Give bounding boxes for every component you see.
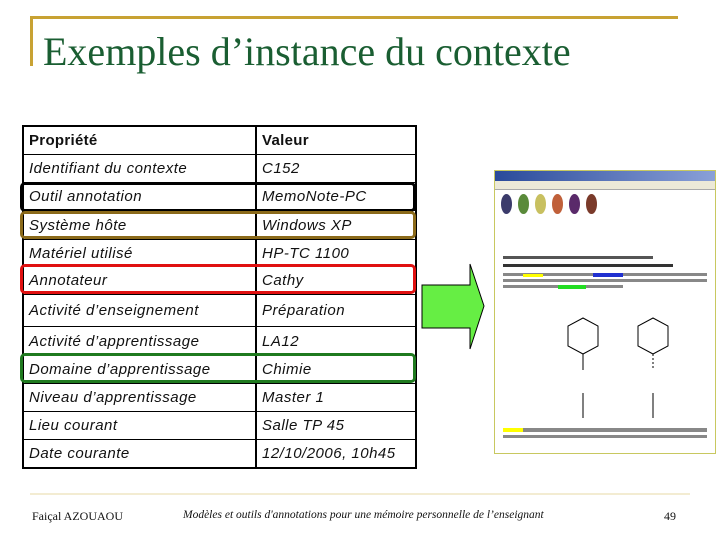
title-side-rule bbox=[30, 16, 33, 66]
title-rule bbox=[30, 16, 678, 19]
header-value: Valeur bbox=[262, 132, 309, 149]
value-cell: HP-TC 1100 bbox=[262, 244, 350, 262]
screenshot-document bbox=[503, 256, 707, 438]
property-cell: Date courante bbox=[24, 440, 257, 467]
table-row: Matériel utilisé HP-TC 1100 bbox=[24, 239, 415, 266]
screenshot-toolbar bbox=[495, 190, 715, 218]
highlight-domaine bbox=[20, 353, 416, 383]
page-number: 49 bbox=[664, 509, 676, 523]
property-cell: Niveau d’apprentissage bbox=[24, 384, 257, 411]
value-cell: Salle TP 45 bbox=[262, 417, 345, 434]
property-cell: Identifiant du contexte bbox=[24, 155, 257, 182]
property-cell: Lieu courant bbox=[24, 412, 257, 439]
table-row: Lieu courant Salle TP 45 bbox=[24, 411, 415, 439]
value-cell: Master 1 bbox=[262, 389, 325, 406]
footer-author: Faiçal AZOUAOU bbox=[32, 509, 123, 523]
property-cell: Activité d’apprentissage bbox=[24, 327, 257, 355]
value-cell: Préparation bbox=[262, 302, 346, 319]
context-table: Propriété Valeur Identifiant du contexte… bbox=[22, 125, 417, 469]
chemical-structures bbox=[567, 317, 669, 418]
table-row: Identifiant du contexte C152 bbox=[24, 154, 415, 182]
property-cell: Matériel utilisé bbox=[24, 240, 257, 266]
highlight-systeme-hote bbox=[20, 211, 416, 239]
footer-rule bbox=[30, 493, 690, 495]
highlight-annotateur bbox=[20, 264, 416, 294]
value-cell: 12/10/2006, 10h45 bbox=[262, 445, 396, 462]
table-header: Propriété Valeur bbox=[24, 127, 415, 154]
footer-subtitle: Modèles et outils d'annotations pour une… bbox=[183, 509, 544, 521]
arrow-right-icon bbox=[421, 263, 485, 350]
page-title: Exemples d’instance du contexte bbox=[43, 29, 571, 74]
property-cell: Activité d’enseignement bbox=[24, 295, 257, 326]
table-row: Date courante 12/10/2006, 10h45 bbox=[24, 439, 415, 467]
table-row: Activité d’enseignement Préparation bbox=[24, 294, 415, 326]
screenshot-menubar bbox=[495, 181, 715, 190]
table-row: Niveau d’apprentissage Master 1 bbox=[24, 383, 415, 411]
application-screenshot bbox=[494, 170, 716, 454]
value-cell: LA12 bbox=[262, 332, 300, 350]
highlight-outil-annotation bbox=[20, 182, 416, 212]
table-row: Activité d’apprentissage LA12 bbox=[24, 326, 415, 355]
value-cell: C152 bbox=[262, 160, 300, 177]
screenshot-titlebar bbox=[495, 171, 715, 181]
header-property: Propriété bbox=[24, 127, 257, 154]
